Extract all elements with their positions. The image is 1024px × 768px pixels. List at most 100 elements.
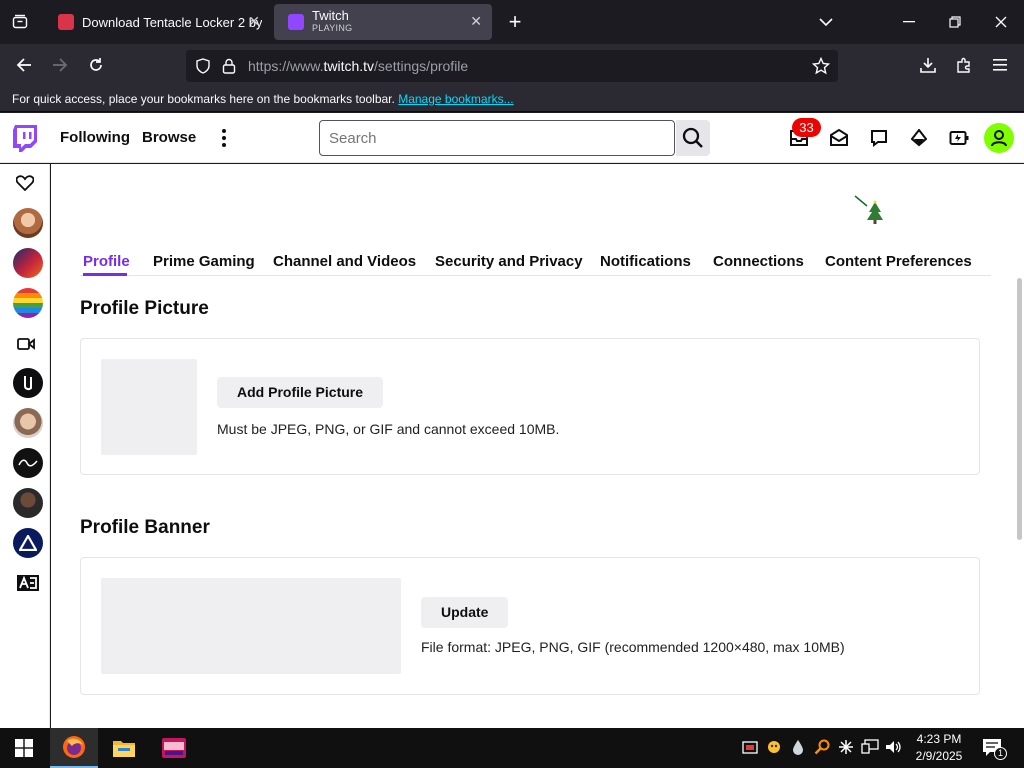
followed-channel-avatar[interactable]	[13, 288, 43, 318]
close-window-button[interactable]	[988, 10, 1014, 34]
extensions-icon[interactable]	[950, 52, 978, 78]
christmas-tree-icon	[853, 194, 887, 231]
tab-notifications[interactable]: Notifications	[600, 253, 691, 270]
nav-following-link[interactable]: Following	[60, 129, 130, 146]
forward-arrow-icon[interactable]	[46, 52, 74, 78]
search-icon	[682, 127, 703, 148]
twitch-logo-icon[interactable]	[12, 124, 38, 157]
twitch-top-nav: Following Browse	[0, 113, 1024, 163]
recommended-channel-avatar[interactable]	[13, 368, 43, 398]
tray-droplet-icon[interactable]	[789, 738, 807, 756]
reload-icon[interactable]	[82, 52, 110, 78]
close-tab-icon[interactable]: ✕	[470, 13, 482, 30]
more-options-icon[interactable]	[218, 128, 230, 153]
taskbar-file-explorer[interactable]	[100, 728, 148, 768]
restore-button[interactable]	[942, 10, 968, 34]
tray-volume-icon[interactable]	[885, 738, 903, 756]
video-camera-icon[interactable]	[17, 337, 35, 355]
tray-search-tool-icon[interactable]	[813, 738, 831, 756]
recommended-channel-avatar[interactable]	[13, 488, 43, 518]
browser-tab-bar: Download Tentacle Locker 2 by ✕ Twitch P…	[0, 0, 1024, 44]
user-avatar[interactable]	[984, 123, 1014, 153]
tab-tentacle-locker[interactable]: Download Tentacle Locker 2 by ✕	[44, 4, 270, 40]
profile-picture-card: Add Profile Picture Must be JPEG, PNG, o…	[80, 338, 980, 475]
bookmark-star-icon[interactable]	[811, 56, 831, 80]
tab-channel-and-videos[interactable]: Channel and Videos	[273, 253, 416, 270]
action-center-button[interactable]: 1	[978, 736, 1008, 760]
settings-content: Profile Prime Gaming Channel and Videos …	[51, 164, 1015, 728]
windows-logo-icon	[15, 739, 33, 757]
clock-date: 2/9/2025	[915, 749, 963, 763]
taskbar-clock[interactable]: 4:23 PM 2/9/2025	[906, 731, 972, 765]
tab-favicon-icon	[58, 14, 74, 30]
recommended-channel-avatar[interactable]	[13, 528, 43, 558]
tab-connections[interactable]: Connections	[713, 253, 804, 270]
page-scrollbar[interactable]	[1015, 164, 1024, 728]
tracking-protection-shield-icon[interactable]	[195, 58, 211, 79]
tab-title: Download Tentacle Locker 2 by	[82, 14, 263, 30]
downloads-icon[interactable]	[914, 52, 942, 78]
recommended-channel-avatar[interactable]	[13, 448, 43, 478]
add-profile-picture-button[interactable]: Add Profile Picture	[217, 377, 384, 408]
lock-icon[interactable]	[222, 58, 236, 79]
manage-bookmarks-link[interactable]: Manage bookmarks...	[398, 92, 513, 106]
clock-time: 4:23 PM	[916, 732, 962, 746]
tab-content-preferences[interactable]: Content Preferences	[825, 253, 972, 270]
followed-channel-avatar[interactable]	[13, 248, 43, 278]
bookmarks-hint-text: For quick access, place your bookmarks h…	[12, 92, 395, 106]
tab-prime-gaming[interactable]: Prime Gaming	[153, 253, 255, 270]
start-button[interactable]	[0, 728, 48, 768]
tab-twitch[interactable]: Twitch PLAYING ✕	[274, 4, 492, 40]
active-tab-indicator	[83, 273, 127, 276]
profile-banner-card: Update File format: JPEG, PNG, GIF (reco…	[80, 557, 980, 695]
followed-channel-avatar[interactable]	[13, 208, 43, 238]
scrollbar-thumb[interactable]	[1017, 278, 1022, 540]
back-arrow-icon[interactable]	[10, 52, 38, 78]
tray-network-icon[interactable]	[861, 738, 879, 756]
nav-browse-link[interactable]: Browse	[142, 129, 196, 146]
close-tab-icon[interactable]: ✕	[248, 13, 260, 30]
tray-game-icon[interactable]	[765, 738, 783, 756]
profile-banner-helper-text: File format: JPEG, PNG, GIF (recommended…	[421, 639, 845, 655]
action-center-count: 1	[994, 747, 1007, 760]
update-banner-button[interactable]: Update	[421, 597, 509, 628]
search-button[interactable]	[676, 120, 710, 156]
taskbar-game-app[interactable]	[150, 728, 198, 768]
browser-nav-bar: https://www.twitch.tv/settings/profile	[0, 44, 1024, 86]
taskbar-firefox[interactable]	[50, 728, 98, 768]
notification-count-badge: 33	[792, 118, 821, 137]
whispers-chat-icon[interactable]	[868, 127, 890, 149]
tray-app-icon[interactable]	[741, 738, 759, 756]
side-nav-collapsed	[0, 164, 50, 728]
new-tab-button[interactable]: +	[502, 9, 528, 34]
tray-brightness-icon[interactable]	[837, 738, 855, 756]
firefox-icon	[63, 736, 85, 758]
tab-profile[interactable]: Profile	[83, 253, 130, 270]
tab-overview-icon[interactable]	[6, 10, 34, 34]
list-all-tabs-icon[interactable]	[814, 10, 838, 34]
profile-banner-heading: Profile Banner	[80, 517, 210, 538]
profile-picture-placeholder[interactable]	[101, 359, 197, 455]
url-text[interactable]: https://www.twitch.tv/settings/profile	[248, 58, 468, 74]
turbo-battery-icon[interactable]	[948, 127, 970, 149]
hamburger-menu-icon[interactable]	[986, 52, 1014, 78]
tabs-divider	[80, 275, 991, 276]
tab-security-and-privacy[interactable]: Security and Privacy	[435, 253, 583, 270]
followed-heart-icon[interactable]	[15, 175, 35, 196]
profile-banner-placeholder[interactable]	[101, 578, 401, 674]
url-prefix: https://www.	[248, 58, 324, 74]
address-bar[interactable]: https://www.twitch.tv/settings/profile	[186, 50, 838, 82]
minimize-button[interactable]	[896, 10, 922, 34]
profile-picture-heading: Profile Picture	[80, 298, 209, 319]
recommended-channel-avatar[interactable]	[13, 408, 43, 438]
search-input[interactable]	[319, 120, 675, 156]
profile-picture-helper-text: Must be JPEG, PNG, or GIF and cannot exc…	[217, 421, 560, 437]
user-silhouette-icon	[991, 130, 1007, 147]
prime-loot-mail-icon[interactable]	[828, 127, 850, 149]
bookmarks-toolbar: For quick access, place your bookmarks h…	[0, 86, 1024, 112]
tab-playing-label: PLAYING	[312, 23, 353, 33]
url-domain: twitch.tv	[323, 58, 375, 74]
recommended-channel-avatar[interactable]	[13, 568, 43, 598]
folder-icon	[113, 741, 135, 757]
bits-diamond-icon[interactable]	[908, 127, 930, 149]
